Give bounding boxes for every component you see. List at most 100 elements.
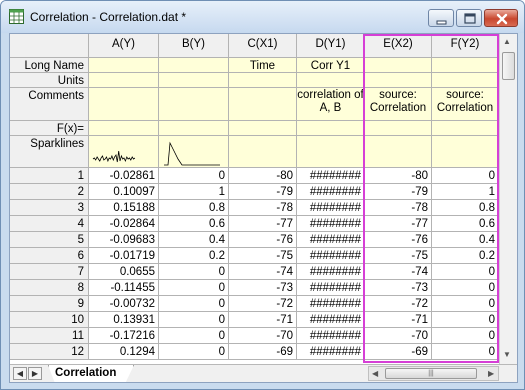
table-cell[interactable]: -0.00732 [89,296,159,312]
table-cell[interactable]: 0.6 [432,216,499,232]
table-cell[interactable]: 0 [159,280,229,296]
horizontal-scroll-thumb[interactable]: ||| [385,368,477,379]
table-cell[interactable]: -79 [365,184,432,200]
units-cell[interactable] [229,73,297,88]
fx-cell[interactable] [229,121,297,136]
scroll-left-icon[interactable]: ◀ [372,369,378,378]
table-cell[interactable]: 0 [159,264,229,280]
table-cell[interactable]: 0.13931 [89,312,159,328]
table-cell[interactable]: 0.0655 [89,264,159,280]
table-cell[interactable]: ######## [297,184,365,200]
sparklines-cell[interactable] [89,136,159,168]
fx-cell[interactable] [432,121,499,136]
table-cell[interactable]: 1 [159,184,229,200]
row-label-comments[interactable]: Comments [10,88,89,121]
arrow-up-icon[interactable]: ▲ [503,37,511,46]
long-name-cell[interactable] [365,58,432,73]
table-cell[interactable]: 0 [432,328,499,344]
table-cell[interactable]: -73 [229,280,297,296]
table-cell[interactable]: 0.2 [432,248,499,264]
column-header[interactable]: B(Y) [159,34,229,58]
long-name-cell[interactable] [432,58,499,73]
select-all-corner[interactable] [10,34,89,58]
table-cell[interactable]: -72 [365,296,432,312]
comments-cell[interactable]: source: Correlation [432,88,499,121]
sparklines-cell[interactable] [159,136,229,168]
table-cell[interactable]: -75 [365,248,432,264]
fx-cell[interactable] [365,121,432,136]
row-label-fx[interactable]: F(x)= [10,121,89,136]
table-cell[interactable]: ######## [297,264,365,280]
table-cell[interactable]: 0 [159,296,229,312]
arrow-left-icon[interactable]: ◀ [13,367,27,380]
minimize-button[interactable] [428,9,454,27]
table-cell[interactable]: 0.4 [432,232,499,248]
table-cell[interactable]: ######## [297,328,365,344]
table-cell[interactable]: 0.2 [159,248,229,264]
table-cell[interactable]: 0 [432,296,499,312]
table-cell[interactable]: -0.02861 [89,168,159,184]
table-cell[interactable]: ######## [297,200,365,216]
table-cell[interactable]: 0.6 [159,216,229,232]
table-cell[interactable]: -78 [365,200,432,216]
row-number[interactable]: 7 [10,264,89,280]
table-cell[interactable]: -0.02864 [89,216,159,232]
table-cell[interactable]: -0.11455 [89,280,159,296]
table-cell[interactable]: 0 [159,312,229,328]
table-cell[interactable]: -80 [229,168,297,184]
table-cell[interactable]: -74 [365,264,432,280]
table-cell[interactable]: 0.4 [159,232,229,248]
table-cell[interactable]: 0 [159,328,229,344]
table-cell[interactable]: ######## [297,344,365,360]
table-cell[interactable]: -0.09683 [89,232,159,248]
row-number[interactable]: 9 [10,296,89,312]
sparklines-cell[interactable] [432,136,499,168]
table-cell[interactable]: -72 [229,296,297,312]
table-cell[interactable]: -77 [365,216,432,232]
column-header[interactable]: D(Y1) [297,34,365,58]
table-cell[interactable]: -0.17216 [89,328,159,344]
row-number[interactable]: 4 [10,216,89,232]
row-number[interactable]: 8 [10,280,89,296]
table-cell[interactable]: 0.8 [159,200,229,216]
table-cell[interactable]: -80 [365,168,432,184]
table-cell[interactable]: 0 [432,264,499,280]
sparklines-cell[interactable] [297,136,365,168]
table-cell[interactable]: -69 [229,344,297,360]
table-cell[interactable]: -78 [229,200,297,216]
table-cell[interactable]: -75 [229,248,297,264]
table-cell[interactable]: -70 [229,328,297,344]
table-cell[interactable]: 0.15188 [89,200,159,216]
table-cell[interactable]: 0 [432,280,499,296]
comments-cell[interactable] [159,88,229,121]
table-cell[interactable]: -71 [229,312,297,328]
table-cell[interactable]: ######## [297,216,365,232]
table-cell[interactable]: 0 [432,344,499,360]
long-name-cell[interactable]: Time [229,58,297,73]
resize-grip[interactable] [501,365,517,382]
units-cell[interactable] [159,73,229,88]
table-cell[interactable]: 0.1294 [89,344,159,360]
fx-cell[interactable] [159,121,229,136]
row-number[interactable]: 12 [10,344,89,360]
comments-cell[interactable]: correlation of A, B [297,88,365,121]
table-cell[interactable]: ######## [297,232,365,248]
horizontal-scrollbar[interactable]: ◀ ||| ▶ [368,366,499,381]
row-label-sparklines[interactable]: Sparklines [10,136,89,168]
column-header[interactable]: E(X2) [365,34,432,58]
arrow-down-icon[interactable]: ▼ [503,350,511,359]
scroll-right-icon[interactable]: ▶ [488,369,494,378]
units-cell[interactable] [432,73,499,88]
table-cell[interactable]: -70 [365,328,432,344]
comments-cell[interactable] [229,88,297,121]
table-cell[interactable]: 0.8 [432,200,499,216]
table-cell[interactable]: 0 [432,312,499,328]
table-cell[interactable]: 0 [159,344,229,360]
maximize-button[interactable] [456,9,482,27]
table-cell[interactable]: ######## [297,168,365,184]
table-cell[interactable]: -76 [365,232,432,248]
vertical-scroll-thumb[interactable] [502,52,515,80]
table-cell[interactable]: ######## [297,296,365,312]
comments-cell[interactable]: source: Correlation [365,88,432,121]
table-cell[interactable]: -74 [229,264,297,280]
